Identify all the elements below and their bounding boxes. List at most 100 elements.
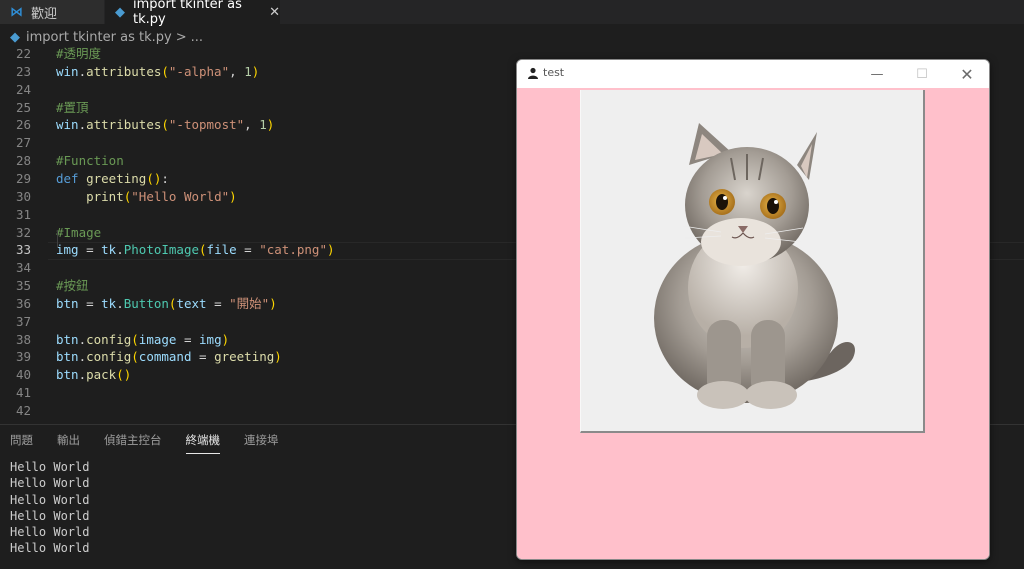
code-token: = bbox=[78, 242, 102, 258]
code-token: greeting bbox=[86, 170, 147, 186]
code-token: command bbox=[138, 349, 192, 365]
code-token: PhotoImage bbox=[123, 242, 200, 258]
terminal-output[interactable]: Hello World Hello World Hello World Hello W… bbox=[10, 459, 89, 557]
code-token: #置頂 bbox=[56, 99, 89, 115]
code-token: "開始" bbox=[229, 295, 270, 311]
code-token: = bbox=[236, 242, 260, 258]
code-token: = bbox=[78, 295, 102, 311]
code-token: = bbox=[191, 349, 215, 365]
code-token: greeting bbox=[214, 349, 275, 365]
window-titlebar[interactable]: test — ☐ ✕ bbox=[517, 60, 989, 88]
code-token: "-topmost" bbox=[168, 117, 245, 133]
code-token: tk bbox=[101, 295, 117, 311]
line-number: 27 bbox=[15, 135, 31, 151]
terminal-line: Hello World bbox=[10, 525, 90, 540]
line-number: 41 bbox=[15, 385, 31, 401]
panel-tab-problems[interactable]: 問題 bbox=[10, 425, 33, 453]
code-token: . bbox=[78, 63, 87, 79]
tab-welcome[interactable]: ⋈ 歡迎 bbox=[0, 0, 104, 24]
editor-tab-bar: ⋈ 歡迎 ◆ import tkinter as tk.py ✕ bbox=[0, 0, 1024, 27]
code-token: ) bbox=[269, 295, 277, 311]
code-token: "cat.png" bbox=[259, 242, 327, 258]
code-token: #Function bbox=[56, 153, 124, 169]
line-number: 29 bbox=[15, 170, 31, 186]
line-number: 33 bbox=[15, 242, 31, 258]
line-number: 40 bbox=[15, 367, 31, 383]
close-button[interactable]: ✕ bbox=[945, 60, 989, 88]
code-token: ( bbox=[131, 331, 139, 347]
code-token: tk bbox=[101, 242, 117, 258]
maximize-button[interactable]: ☐ bbox=[900, 60, 944, 88]
code-token: ) bbox=[274, 349, 282, 365]
code-token: ) bbox=[229, 188, 237, 204]
code-text: #Function bbox=[56, 152, 124, 170]
code-text: img = tk.PhotoImage(file = "cat.png") bbox=[56, 241, 335, 259]
line-number: 28 bbox=[15, 153, 31, 169]
line-number: 39 bbox=[15, 349, 31, 365]
code-token: Button bbox=[123, 295, 169, 311]
breadcrumb-separator: > bbox=[175, 29, 187, 45]
code-token: ( bbox=[161, 63, 169, 79]
code-token: config bbox=[86, 349, 132, 365]
code-token: ( bbox=[131, 349, 139, 365]
code-token: print bbox=[86, 188, 124, 204]
code-token: ) bbox=[266, 117, 275, 133]
line-number: 36 bbox=[15, 295, 31, 311]
line-number: 42 bbox=[15, 403, 31, 418]
user-icon bbox=[528, 67, 538, 79]
line-number: 35 bbox=[15, 278, 31, 294]
code-token: file bbox=[206, 242, 237, 258]
code-token: ( bbox=[161, 117, 169, 133]
line-number: 24 bbox=[15, 81, 31, 97]
code-token: ) bbox=[326, 242, 335, 258]
code-token: text bbox=[176, 295, 207, 311]
close-icon[interactable]: ✕ bbox=[269, 5, 280, 20]
window-title: test bbox=[543, 66, 565, 79]
line-number: 30 bbox=[15, 188, 31, 204]
terminal-line: Hello World bbox=[10, 541, 90, 556]
code-token: img bbox=[199, 331, 222, 347]
cat-image-button[interactable] bbox=[580, 90, 925, 433]
code-token: btn bbox=[56, 295, 79, 311]
code-token: def bbox=[56, 170, 87, 186]
code-token: attributes bbox=[86, 117, 162, 133]
panel-tab-debug-console[interactable]: 偵錯主控台 bbox=[104, 425, 162, 453]
code-text: #Image bbox=[56, 224, 101, 242]
code-text: btn.pack() bbox=[56, 366, 131, 384]
cat-photo bbox=[654, 123, 855, 409]
code-token: btn bbox=[56, 331, 79, 347]
code-token: pack bbox=[86, 367, 117, 383]
code-token: . bbox=[78, 331, 87, 347]
code-token: , bbox=[229, 63, 245, 79]
indent-guide bbox=[57, 230, 58, 248]
code-token: win bbox=[56, 117, 79, 133]
breadcrumb-symbol[interactable]: ... bbox=[191, 30, 203, 45]
code-token: : bbox=[161, 170, 169, 186]
code-token: 1 bbox=[244, 63, 252, 79]
panel-tab-ports[interactable]: 連接埠 bbox=[244, 425, 279, 453]
code-token: ( bbox=[199, 242, 207, 258]
code-token: img bbox=[56, 242, 79, 258]
minimize-button[interactable]: — bbox=[855, 60, 899, 88]
code-token: . bbox=[116, 242, 124, 258]
code-token: = bbox=[206, 295, 230, 311]
panel-tab-output[interactable]: 輸出 bbox=[57, 425, 80, 453]
code-token: btn bbox=[56, 349, 79, 365]
code-token: . bbox=[78, 117, 87, 133]
terminal-line: Hello World bbox=[10, 476, 90, 491]
terminal-line: Hello World bbox=[10, 460, 90, 474]
code-text: print("Hello World") bbox=[56, 188, 237, 206]
code-token: #Image bbox=[56, 224, 102, 240]
terminal-line: Hello World bbox=[10, 508, 90, 523]
panel-tab-terminal[interactable]: 終端機 bbox=[185, 425, 220, 454]
line-number: 32 bbox=[15, 224, 31, 240]
tab-label: 歡迎 bbox=[31, 6, 58, 22]
breadcrumb-file[interactable]: import tkinter as tk.py bbox=[26, 30, 172, 45]
line-number: 34 bbox=[15, 260, 31, 276]
tab-python-file[interactable]: ◆ import tkinter as tk.py ✕ bbox=[105, 0, 280, 27]
vscode-icon: ⋈ bbox=[10, 4, 23, 20]
code-token: "-alpha" bbox=[168, 63, 230, 79]
code-text: btn.config(command = greeting) bbox=[56, 348, 282, 366]
code-token: #透明度 bbox=[56, 46, 102, 61]
